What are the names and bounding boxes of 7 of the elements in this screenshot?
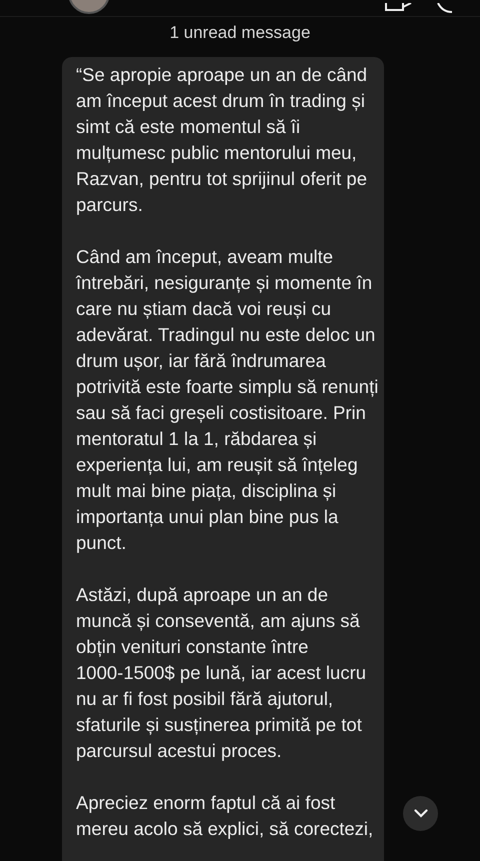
message-paragraph: Astăzi, după aproape un an de muncă și conseventă, am ajuns să obțin venituri constante între 1000-1500$ pe lună, iar acest lucru nu ar fi fost posibil fără ajutorul, sfaturile și susținerea primită pe tot parcursul acestui proces. bbox=[76, 583, 366, 763]
message-paragraph: “Se apropie aproape un an de când am început acest drum în trading și simt că este momentul să îi mulțumesc public mentorului meu, Razvan, pentru tot sprijinul oferit pe parcurs. bbox=[76, 63, 368, 217]
unread-messages-label: 1 unread message bbox=[170, 23, 310, 43]
message-paragraph: Când am început, aveam multe întrebări, nesiguranțe și momente în care nu știam dacă voi reuși cu adevărat. Tradingul nu este deloc un drum ușor, iar fără îndrumarea potrivită este foarte simplu să renunți sau să faci greșeli costisitoare. Prin mentoratul 1 la 1, răbdarea și experiența lui, am reușit să înțeleg mult mai bine piața, disciplina și importanța unui plan bine pus la punct. bbox=[76, 245, 378, 555]
scroll-down-button[interactable] bbox=[403, 796, 438, 831]
chevron-down-icon bbox=[414, 809, 428, 818]
message-paragraph: Apreciez enorm faptul că ai fost mereu acolo să explici, să corectezi, bbox=[76, 791, 374, 841]
